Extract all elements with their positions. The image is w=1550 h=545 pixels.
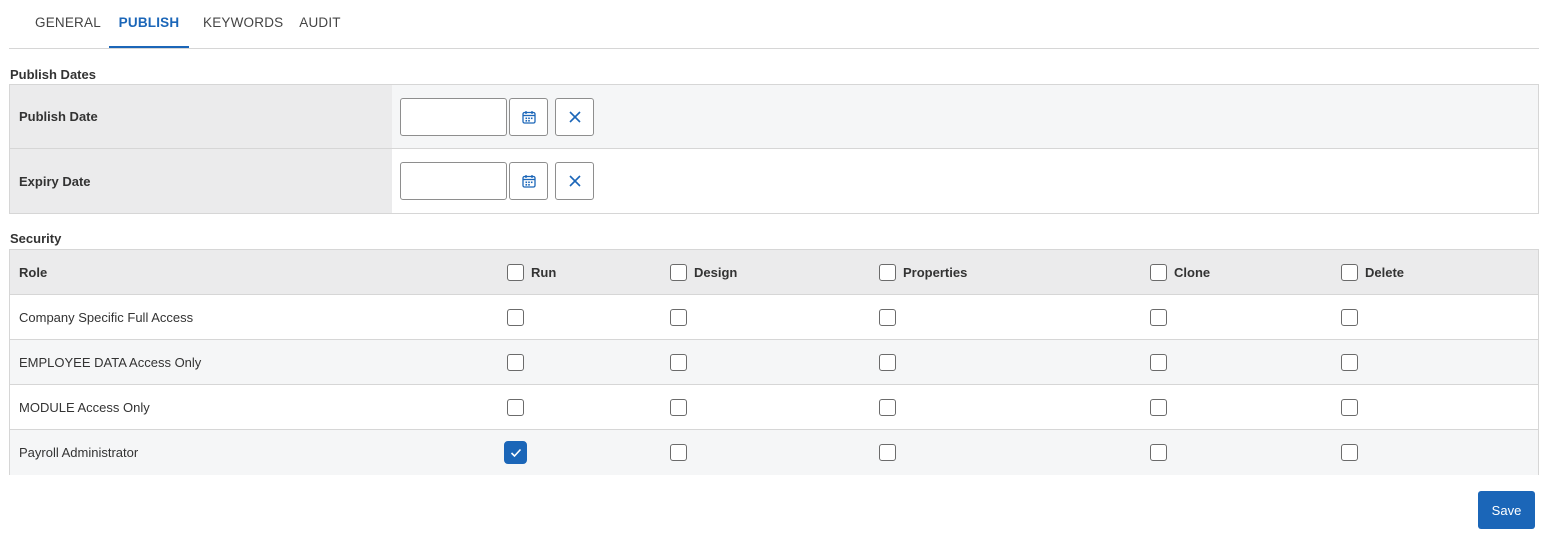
table-row: MODULE Access Only [10, 385, 1538, 430]
publish-date-input[interactable] [400, 98, 507, 136]
clone-checkbox[interactable] [1150, 354, 1167, 371]
design-checkbox[interactable] [670, 309, 687, 326]
publish-date-label: Publish Date [10, 85, 392, 148]
calendar-icon [521, 175, 536, 188]
role-name: Payroll Administrator [19, 445, 139, 460]
properties-select-all-checkbox[interactable] [879, 264, 896, 281]
table-row: Company Specific Full Access [10, 295, 1538, 340]
role-name: Company Specific Full Access [19, 309, 194, 325]
tab-publish[interactable]: PUBLISH [109, 0, 189, 48]
role-name: MODULE Access Only [19, 399, 150, 415]
run-checkbox[interactable] [507, 399, 524, 416]
expiry-date-row: Expiry Date [10, 149, 1538, 213]
run-select-all-checkbox[interactable] [507, 264, 524, 281]
close-icon [568, 175, 581, 187]
delete-checkbox[interactable] [1341, 444, 1358, 461]
publish-date-row: Publish Date [10, 85, 1538, 149]
run-checkbox[interactable] [507, 309, 524, 326]
delete-checkbox[interactable] [1341, 399, 1358, 416]
clone-checkbox[interactable] [1150, 444, 1167, 461]
design-select-all-checkbox[interactable] [670, 264, 687, 281]
tab-audit[interactable]: AUDIT [299, 0, 341, 48]
publish-date-calendar-button[interactable] [509, 98, 548, 136]
role-name: EMPLOYEE DATA Access Only [19, 354, 202, 370]
design-checkbox[interactable] [670, 444, 687, 461]
delete-checkbox[interactable] [1341, 354, 1358, 371]
properties-column-header: Properties [903, 264, 968, 280]
clone-column-header: Clone [1174, 264, 1211, 280]
tab-keywords[interactable]: KEYWORDS [203, 0, 283, 48]
close-icon [568, 111, 581, 123]
role-column-header: Role [19, 264, 48, 280]
save-button[interactable]: Save [1478, 491, 1535, 529]
expiry-date-calendar-button[interactable] [509, 162, 548, 200]
expiry-date-clear-button[interactable] [555, 162, 594, 200]
publish-dates-title: Publish Dates [10, 67, 96, 82]
run-checkbox[interactable] [507, 354, 524, 371]
run-column-header: Run [531, 264, 557, 280]
security-title: Security [10, 231, 62, 246]
delete-checkbox[interactable] [1341, 309, 1358, 326]
design-column-header: Design [694, 264, 738, 280]
calendar-icon [521, 111, 536, 124]
publish-dates-panel: Publish Date Expiry Date [9, 84, 1539, 214]
properties-checkbox[interactable] [879, 309, 896, 326]
expiry-date-input[interactable] [400, 162, 507, 200]
properties-checkbox[interactable] [879, 354, 896, 371]
clone-checkbox[interactable] [1150, 309, 1167, 326]
delete-column-header: Delete [1365, 264, 1405, 280]
run-checkbox-checked[interactable] [504, 441, 527, 464]
clone-checkbox[interactable] [1150, 399, 1167, 416]
properties-checkbox[interactable] [879, 399, 896, 416]
tab-general[interactable]: GENERAL [35, 0, 101, 48]
clone-select-all-checkbox[interactable] [1150, 264, 1167, 281]
publish-date-clear-button[interactable] [555, 98, 594, 136]
design-checkbox[interactable] [670, 399, 687, 416]
table-row: EMPLOYEE DATA Access Only [10, 340, 1538, 385]
table-row: Payroll Administrator [10, 430, 1538, 475]
properties-checkbox[interactable] [879, 444, 896, 461]
delete-select-all-checkbox[interactable] [1341, 264, 1358, 281]
security-table-header: Role Run Design Properties Clone Delete [10, 250, 1538, 295]
tab-bar: GENERAL PUBLISH KEYWORDS AUDIT [9, 0, 1539, 49]
design-checkbox[interactable] [670, 354, 687, 371]
checkmark-icon [510, 448, 521, 457]
expiry-date-label: Expiry Date [10, 149, 392, 213]
security-table: Role Run Design Properties Clone Delete … [9, 249, 1539, 475]
